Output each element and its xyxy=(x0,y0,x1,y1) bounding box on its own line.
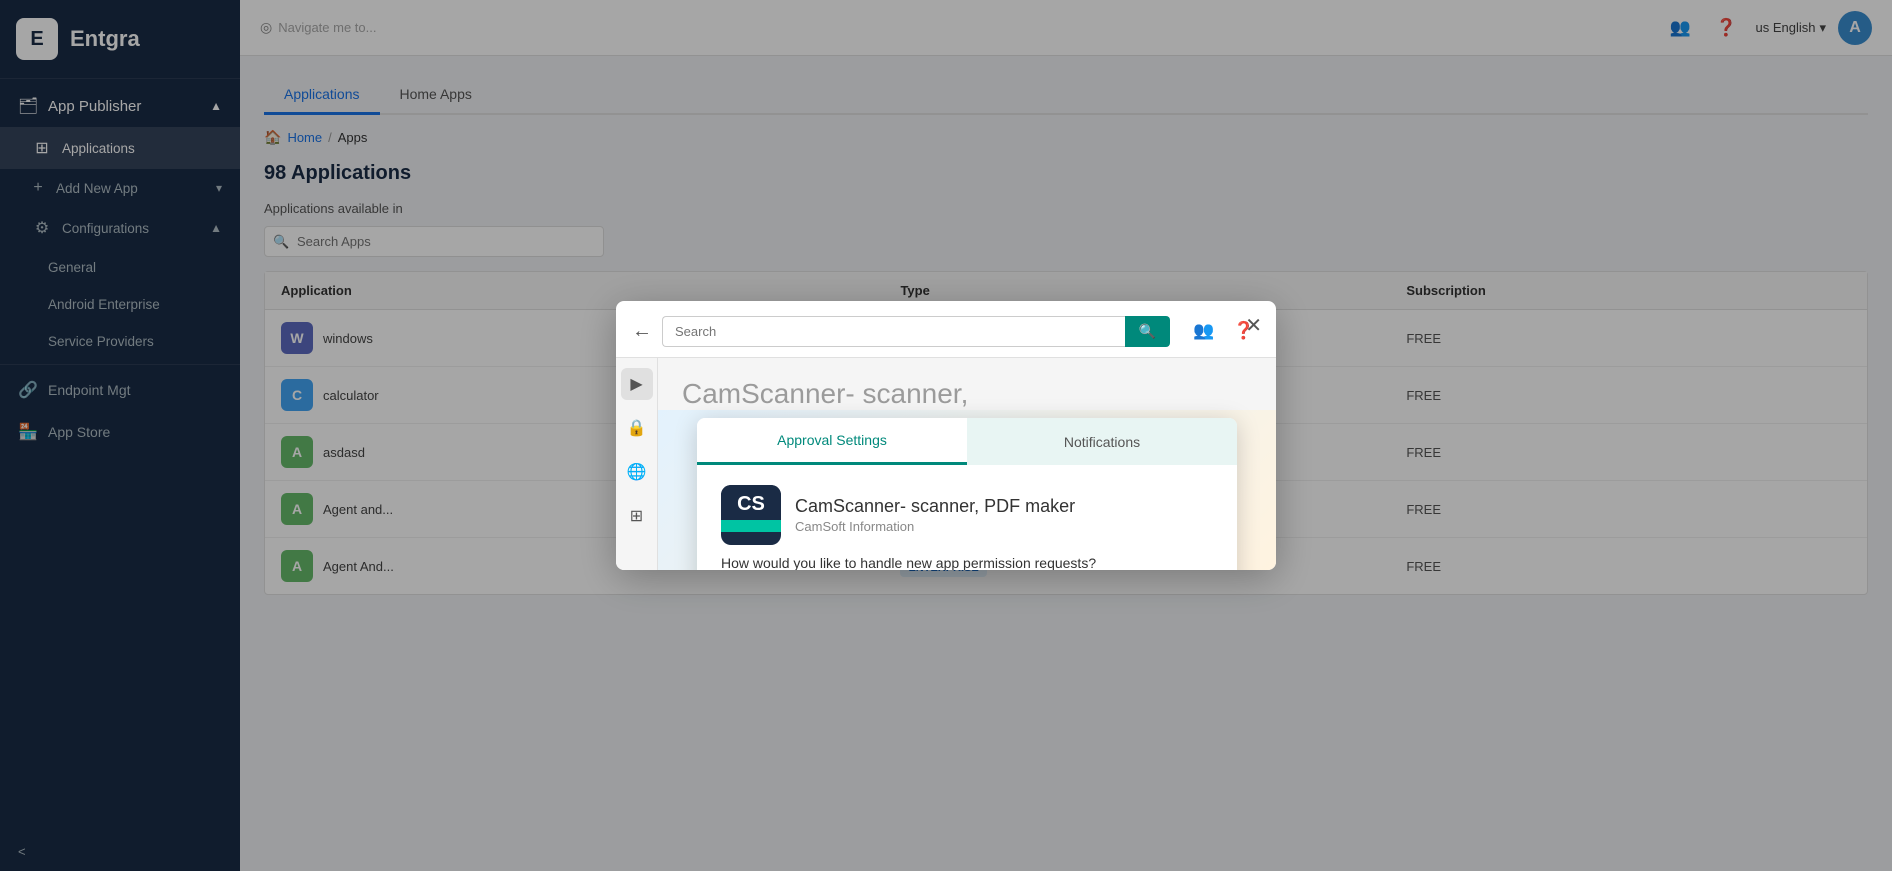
app-dialog-publisher: CamSoft Information xyxy=(795,519,1075,534)
modal-app-title-bg: CamScanner- scanner, xyxy=(682,378,968,410)
modal-scroll: CamScanner- scanner, SCAN ANYTHING TO PD… xyxy=(658,358,1276,570)
inner-dialog-tabs: Approval Settings Notifications xyxy=(697,418,1237,465)
modal-left-icons: ▶ 🔒 🌐 ⊞ xyxy=(616,358,658,570)
inner-dialog: Approval Settings Notifications CS CamSc… xyxy=(697,418,1237,570)
modal-icon-lock[interactable]: 🔒 xyxy=(621,412,653,444)
modal-close-button[interactable]: ✕ xyxy=(1245,313,1262,338)
permission-question: How would you like to handle new app per… xyxy=(697,555,1237,570)
modal-body: ▶ 🔒 🌐 ⊞ CamScanner- scanner, SCAN ANYTHI… xyxy=(616,358,1276,570)
modal-icon-globe[interactable]: 🌐 xyxy=(621,456,653,488)
app-cs-text: CS xyxy=(721,485,781,520)
inner-tab-notifications[interactable]: Notifications xyxy=(967,418,1237,465)
modal-search-wrapper: 🔍 xyxy=(662,316,1170,347)
inner-tab-approval-settings[interactable]: Approval Settings xyxy=(697,418,967,465)
modal-search-input[interactable] xyxy=(662,316,1125,347)
modal-users-icon[interactable]: 👥 xyxy=(1188,315,1220,347)
app-name-block: CamScanner- scanner, PDF maker CamSoft I… xyxy=(795,496,1075,534)
modal-icon-play[interactable]: ▶ xyxy=(621,368,653,400)
modal-outer: ✕ ← 🔍 👥 ❓ ▶ 🔒 🌐 ⊞ xyxy=(616,301,1276,570)
app-dialog-name: CamScanner- scanner, PDF maker xyxy=(795,496,1075,517)
modal-app-header: CamScanner- scanner, xyxy=(658,358,1276,410)
app-cs-icon: CS xyxy=(721,485,781,545)
app-cs-bar xyxy=(721,520,781,532)
app-info-row: CS CamScanner- scanner, PDF maker CamSof… xyxy=(697,465,1237,555)
modal-nav: ← 🔍 👥 ❓ xyxy=(616,301,1276,358)
modal-overlay[interactable]: ✕ ← 🔍 👥 ❓ ▶ 🔒 🌐 ⊞ xyxy=(0,0,1892,871)
modal-search-button[interactable]: 🔍 xyxy=(1125,316,1170,347)
modal-icon-grid[interactable]: ⊞ xyxy=(621,500,653,532)
modal-back-button[interactable]: ← xyxy=(632,320,652,343)
